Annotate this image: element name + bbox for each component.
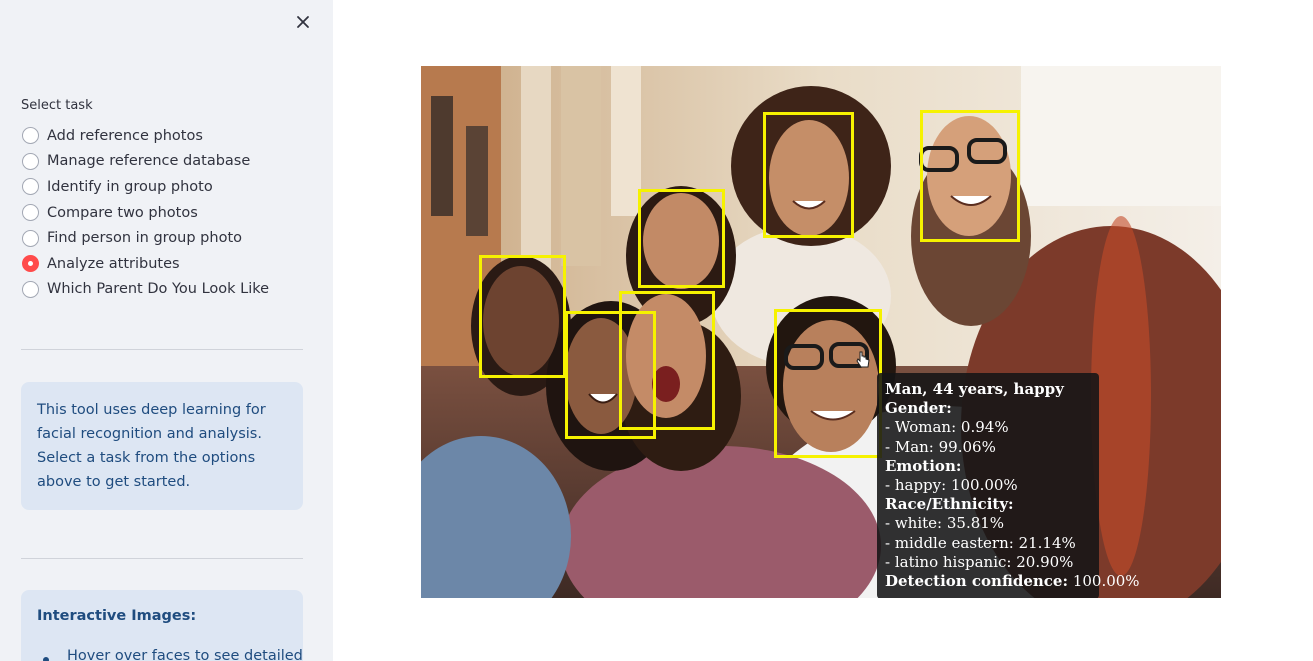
analyzed-group-photo: Man, 44 years, happy Gender: - Woman: 0.… [421, 66, 1221, 598]
radio-button-selected[interactable] [22, 255, 39, 273]
tooltip-gender-man: - Man: 99.06% [885, 437, 996, 456]
task-option-label: Which Parent Do You Look Like [47, 281, 270, 298]
tooltip-gender-woman: - Woman: 0.94% [885, 418, 1009, 437]
bullet-dot-icon [43, 657, 49, 661]
task-radio-group: Add reference photos Manage reference da… [22, 123, 269, 302]
task-option-label: Find person in group photo [47, 230, 242, 247]
sidebar: Select task Add reference photos Manage … [0, 0, 333, 661]
tooltip-race-latino: - latino hispanic: 20.90% [885, 552, 1074, 571]
select-task-label: Select task [21, 98, 93, 113]
close-icon [297, 16, 309, 28]
tooltip-emotion-happy: - happy: 100.00% [885, 476, 1018, 495]
sidebar-divider [21, 558, 303, 559]
radio-button[interactable] [22, 152, 39, 170]
tooltip-confidence-row: Detection confidence: 100.00% [885, 572, 1140, 591]
radio-button[interactable] [22, 280, 39, 298]
face-box[interactable] [638, 189, 725, 288]
face-attributes-tooltip: Man, 44 years, happy Gender: - Woman: 0.… [877, 373, 1140, 598]
info-text: This tool uses deep learning for facial … [37, 402, 266, 490]
hand-cursor-icon [856, 351, 870, 368]
task-option-label: Identify in group photo [47, 178, 213, 195]
task-option-analyze-attributes[interactable]: Analyze attributes [22, 251, 269, 277]
tooltip-confidence-label: Detection confidence: [885, 572, 1069, 591]
face-box[interactable] [920, 110, 1020, 242]
interactive-bullet-item: Hover over faces to see detailed [37, 648, 303, 661]
task-option-which-parent[interactable]: Which Parent Do You Look Like [22, 277, 269, 303]
info-box-description: This tool uses deep learning for facial … [21, 382, 303, 510]
radio-button[interactable] [22, 229, 39, 247]
tooltip-race-middle-eastern: - middle eastern: 21.14% [885, 533, 1076, 552]
task-option-identify-in-group-photo[interactable]: Identify in group photo [22, 174, 269, 200]
bullet-text: Hover over faces to see detailed [67, 648, 303, 661]
task-option-label: Analyze attributes [47, 255, 180, 272]
info-box-interactive-images: Interactive Images: Hover over faces to … [21, 590, 303, 661]
face-box[interactable] [619, 291, 715, 430]
main-content: Man, 44 years, happy Gender: - Woman: 0.… [333, 0, 1313, 661]
radio-button[interactable] [22, 127, 39, 145]
task-option-manage-reference-database[interactable]: Manage reference database [22, 149, 269, 175]
face-box-hovered[interactable] [774, 309, 882, 458]
tooltip-race-white: - white: 35.81% [885, 514, 1005, 533]
task-option-label: Compare two photos [47, 204, 198, 221]
face-box[interactable] [479, 255, 566, 378]
tooltip-header: Man, 44 years, happy [885, 380, 1064, 398]
close-sidebar-button[interactable] [292, 11, 314, 33]
task-option-add-reference-photos[interactable]: Add reference photos [22, 123, 269, 149]
task-option-find-person-in-group-photo[interactable]: Find person in group photo [22, 225, 269, 251]
task-option-label: Manage reference database [47, 153, 251, 170]
radio-button[interactable] [22, 178, 39, 196]
task-option-label: Add reference photos [47, 127, 203, 144]
tooltip-emotion-label: Emotion: [885, 456, 962, 475]
task-option-compare-two-photos[interactable]: Compare two photos [22, 200, 269, 226]
tooltip-confidence-value: 100.00% [1072, 572, 1140, 591]
tooltip-gender-label: Gender: [885, 399, 952, 418]
sidebar-divider [21, 349, 303, 350]
face-box[interactable] [763, 112, 854, 238]
radio-button[interactable] [22, 204, 39, 222]
interactive-images-title: Interactive Images: [37, 608, 197, 624]
tooltip-race-label: Race/Ethnicity: [885, 495, 1014, 514]
